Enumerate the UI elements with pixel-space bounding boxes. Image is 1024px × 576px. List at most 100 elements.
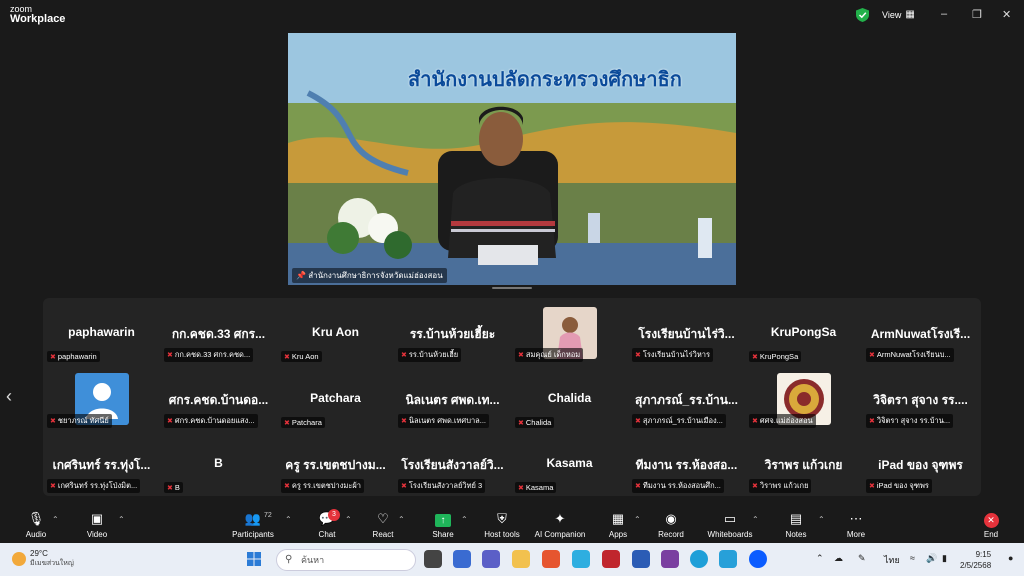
- app-icon-5[interactable]: [719, 550, 737, 568]
- zoom-taskbar-icon[interactable]: [749, 550, 767, 568]
- chat-caret[interactable]: ⌃: [345, 515, 352, 524]
- participant-tile[interactable]: ✖ สมคุณย์ เด็กหอม: [511, 301, 628, 367]
- record-icon: ◉: [665, 511, 677, 526]
- notification-icon[interactable]: ●: [1008, 553, 1013, 563]
- speaker-video[interactable]: สำนักงานปลัดกระทรวงศึกษาธิก 📌 สำนักงานศึ…: [288, 33, 736, 285]
- participant-name-label: ✖ สมคุณย์ เด็กหอม: [515, 348, 584, 362]
- windows-start-icon[interactable]: [247, 552, 261, 566]
- participant-tile[interactable]: Kru Aon ✖ Kru Aon: [277, 301, 394, 367]
- react-button[interactable]: ♡ React: [353, 505, 413, 543]
- participant-tile[interactable]: iPad ของ จุฑพร ✖ iPad ของ จุฑพร: [862, 432, 979, 498]
- tray-icon-1[interactable]: ☁: [834, 553, 843, 564]
- resize-handle[interactable]: [492, 287, 532, 289]
- weather-widget[interactable]: 29°C มีเมฆส่วนใหญ่: [12, 549, 74, 569]
- close-button[interactable]: ✕: [1002, 8, 1011, 21]
- participant-tile[interactable]: ครู รร.เขตชปางม... ✖ ครู รร.เขตชปางมะผ้า: [277, 432, 394, 498]
- more-label: More: [846, 530, 866, 539]
- more-button[interactable]: ⋯ More: [826, 505, 886, 543]
- participant-name: ครู รร.เขตชปางมะผ้า: [291, 481, 362, 490]
- word-icon[interactable]: [632, 550, 650, 568]
- participant-name-label: ✖ paphawarin: [47, 351, 100, 362]
- muted-mic-icon: ✖: [635, 352, 641, 359]
- app-icon-1[interactable]: [453, 550, 471, 568]
- participant-tile[interactable]: วิราพร แก้วเกย ✖ วิราพร แก้วเกย: [745, 432, 862, 498]
- search-placeholder: ค้นหา: [301, 555, 325, 565]
- participant-tile[interactable]: ✖ ชยาภรณ์ ทัศนีย์: [43, 367, 160, 433]
- app-icon-3[interactable]: [572, 550, 590, 568]
- participant-name: Chalida: [525, 418, 552, 427]
- participant-tile[interactable]: สุภาภรณ์_รร.บ้าน... ✖ สุภาภรณ์_รร.บ้านเมือ…: [628, 367, 745, 433]
- file-explorer-icon[interactable]: [512, 550, 530, 568]
- notes-caret[interactable]: ⌃: [818, 515, 825, 524]
- taskview-icon[interactable]: [424, 550, 442, 568]
- prev-page-arrow[interactable]: ‹: [6, 386, 12, 407]
- participant-tile[interactable]: รร.บ้านห้วยเฮี้ยะ ✖ รร.บ้านห้วยเฮี้ย: [394, 301, 511, 367]
- participant-tile[interactable]: B ✖ B: [160, 432, 277, 498]
- participant-tile[interactable]: กก.คชด.33 ศกร... ✖ กก.คชด.33 ศกร.คชด...: [160, 301, 277, 367]
- teams-icon[interactable]: [482, 550, 500, 568]
- ai-companion-button[interactable]: ✦ AI Companion: [530, 505, 590, 543]
- meeting-toolbar: 🎙 Audio ⌃ ▣ Video ⌃ 👥 Participants 72 ⌃ …: [0, 505, 1024, 543]
- participant-name: สมคุณย์ เด็กหอม: [525, 350, 581, 359]
- app-icon-4[interactable]: [661, 550, 679, 568]
- participant-tile[interactable]: โรงเรียนบ้านไร่วิ... ✖ โรงเรียนบ้านไร่วิหา…: [628, 301, 745, 367]
- participant-tile[interactable]: Patchara ✖ Patchara: [277, 367, 394, 433]
- participant-name: iPad ของ จุฑพร: [876, 481, 929, 490]
- system-clock[interactable]: 9:15 2/5/2568: [960, 549, 991, 571]
- record-button[interactable]: ◉ Record: [641, 505, 701, 543]
- app-icon-2[interactable]: [542, 550, 560, 568]
- participant-tile[interactable]: Chalida ✖ Chalida: [511, 367, 628, 433]
- participant-tile[interactable]: ArmNuwatโรงเรี... ✖ ArmNuwatโรงเรียนบ...: [862, 301, 979, 367]
- participant-tile[interactable]: ทีมงาน รร.ห้องสอ... ✖ ทีมงาน รร.ห้องสอนศึก…: [628, 432, 745, 498]
- participant-tile[interactable]: เกศรินทร์ รร.ทุ่งโ... ✖ เกศรินทร์ รร.ทุ่งโ…: [43, 432, 160, 498]
- share-caret[interactable]: ⌃: [461, 515, 468, 524]
- participant-name: ArmNuwatโรงเรียนบ...: [876, 350, 951, 359]
- view-button[interactable]: View ▦: [882, 9, 915, 20]
- participant-display-name: เกศรินทร์ รร.ทุ่งโ...: [52, 458, 151, 472]
- shield-icon[interactable]: [856, 8, 869, 22]
- speaker-name: สำนักงานศึกษาธิการจังหวัดแม่ฮ่องสอน: [308, 271, 443, 280]
- participants-button[interactable]: 👥 Participants: [223, 505, 283, 543]
- wifi-icon[interactable]: ≈: [910, 553, 915, 563]
- apps-caret[interactable]: ⌃: [634, 515, 641, 524]
- battery-icon[interactable]: ▮: [942, 553, 947, 564]
- video-button[interactable]: ▣ Video: [67, 505, 127, 543]
- participant-tile[interactable]: นิลเนตร ศพด.เท... ✖ นิลเนตร ศพด.เทศบาล...: [394, 367, 511, 433]
- participant-name: ศกร.คชด.บ้านดอยแสง...: [174, 416, 255, 425]
- participant-name: รร.บ้านห้วยเฮี้ย: [408, 350, 459, 359]
- participants-caret[interactable]: ⌃: [285, 515, 292, 524]
- edge-icon[interactable]: [690, 550, 708, 568]
- participant-tile[interactable]: ✖ ศศจ.แม่ฮ่องสอน: [745, 367, 862, 433]
- participant-name-label: ✖ รร.บ้านห้วยเฮี้ย: [398, 348, 462, 362]
- language-indicator[interactable]: ไทย: [884, 553, 900, 567]
- restore-button[interactable]: ❐: [972, 8, 982, 21]
- chat-button[interactable]: 💬 Chat: [297, 505, 357, 543]
- whiteboards-caret[interactable]: ⌃: [752, 515, 759, 524]
- notes-button[interactable]: ▤ Notes: [766, 505, 826, 543]
- end-button[interactable]: ✕ End: [961, 505, 1021, 543]
- end-label: End: [983, 530, 999, 539]
- participant-tile[interactable]: paphawarin ✖ paphawarin: [43, 301, 160, 367]
- minimize-button[interactable]: –: [941, 8, 947, 20]
- participant-tile[interactable]: โรงเรียนสังวาลย์วิ... ✖ โรงเรียนสังวาลย์วิ…: [394, 432, 511, 498]
- tray-overflow-icon[interactable]: ⌃: [816, 553, 824, 564]
- participant-tile[interactable]: KruPongSa ✖ KruPongSa: [745, 301, 862, 367]
- whiteboards-button[interactable]: ▭ Whiteboards: [700, 505, 760, 543]
- tray-icon-2[interactable]: ✎: [858, 553, 866, 564]
- audio-button[interactable]: 🎙 Audio: [6, 505, 66, 543]
- participant-display-name: สุภาภรณ์_รร.บ้าน...: [635, 393, 738, 407]
- participant-name: นิลเนตร ศพด.เทศบาล...: [408, 416, 487, 425]
- participant-tile[interactable]: ศกร.คชด.บ้านดอ... ✖ ศกร.คชด.บ้านดอยแสง...: [160, 367, 277, 433]
- participant-name-label: ✖ นิลเนตร ศพด.เทศบาล...: [398, 414, 490, 428]
- volume-icon[interactable]: 🔊: [926, 553, 937, 564]
- taskbar-search[interactable]: ⚲ ค้นหา: [276, 549, 416, 571]
- share-button[interactable]: ↑ Share: [413, 505, 473, 543]
- participant-tile[interactable]: Kasama ✖ Kasama: [511, 432, 628, 498]
- mcafee-icon[interactable]: [602, 550, 620, 568]
- participant-tile[interactable]: วิจิตรา สุจาง รร.... ✖ วิจิตรา สุจาง รร.บ้…: [862, 367, 979, 433]
- apps-button[interactable]: ▦ Apps: [588, 505, 648, 543]
- host-tools-button[interactable]: ⛨ Host tools: [472, 505, 532, 543]
- react-caret[interactable]: ⌃: [398, 515, 405, 524]
- audio-caret[interactable]: ⌃: [52, 515, 59, 524]
- video-caret[interactable]: ⌃: [118, 515, 125, 524]
